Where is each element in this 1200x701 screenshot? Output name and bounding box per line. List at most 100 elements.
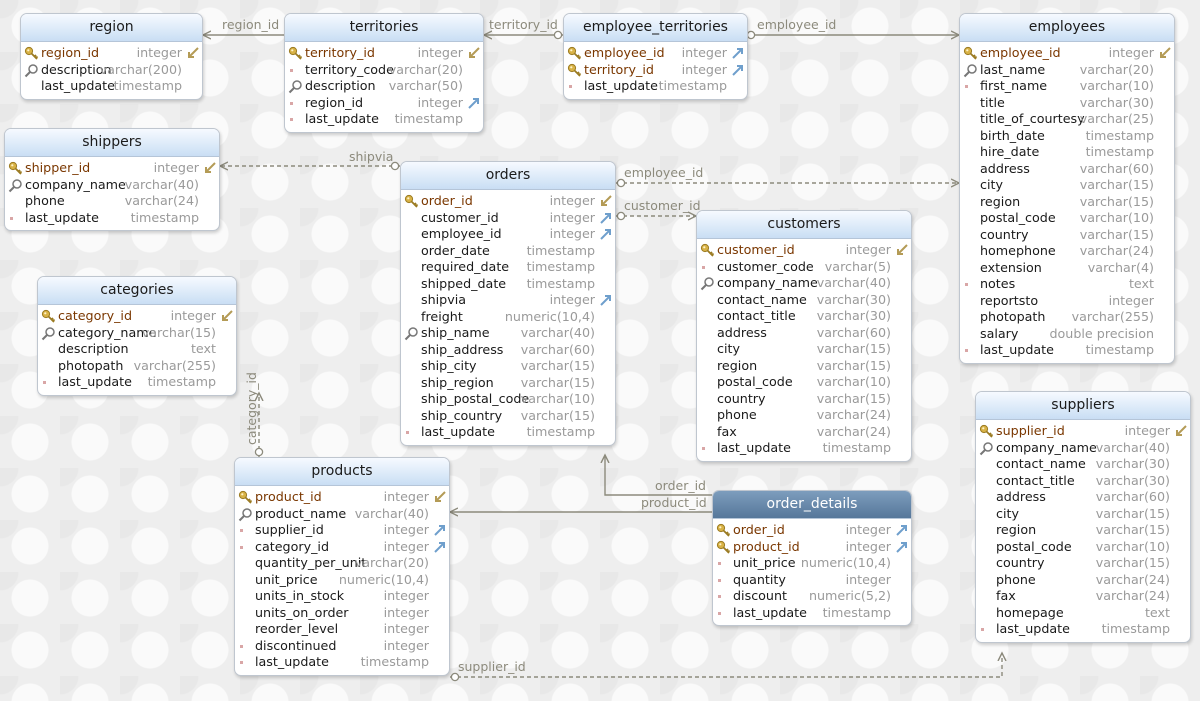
column-row[interactable]: birth_date timestamp: [960, 128, 1174, 145]
column-row[interactable]: hire_date timestamp: [960, 144, 1174, 161]
column-row[interactable]: shipvia integer: [401, 292, 615, 309]
column-row[interactable]: required_date timestamp: [401, 259, 615, 276]
column-row[interactable]: description varchar(200): [21, 62, 202, 79]
table-customers[interactable]: customers customer_id integer customer_code…: [696, 210, 912, 462]
column-row[interactable]: last_update timestamp: [235, 654, 449, 671]
column-row[interactable]: last_update timestamp: [5, 210, 219, 227]
column-row[interactable]: last_update timestamp: [38, 374, 236, 391]
column-row[interactable]: description varchar(50): [285, 78, 483, 95]
column-row[interactable]: territory_code varchar(20): [285, 62, 483, 79]
column-row[interactable]: last_update timestamp: [21, 78, 202, 95]
column-row[interactable]: address varchar(60): [976, 489, 1190, 506]
column-row[interactable]: employee_id integer: [564, 45, 747, 62]
column-row[interactable]: last_update timestamp: [713, 605, 911, 622]
column-row[interactable]: unit_price numeric(10,4): [235, 572, 449, 589]
column-row[interactable]: ship_city varchar(15): [401, 358, 615, 375]
relationship-line-supplier-id[interactable]: [450, 653, 1002, 677]
column-row[interactable]: postal_code varchar(10): [976, 539, 1190, 556]
column-row[interactable]: supplier_id integer: [235, 522, 449, 539]
column-row[interactable]: region varchar(15): [976, 522, 1190, 539]
column-row[interactable]: product_id integer: [713, 539, 911, 556]
column-row[interactable]: region_id integer: [285, 95, 483, 112]
column-row[interactable]: category_id integer: [38, 308, 236, 325]
column-row[interactable]: shipper_id integer: [5, 160, 219, 177]
column-row[interactable]: contact_title varchar(30): [697, 308, 911, 325]
table-order-details[interactable]: order_details order_id integer product_id in…: [712, 490, 912, 626]
column-row[interactable]: country varchar(15): [976, 555, 1190, 572]
table-title[interactable]: territories: [285, 14, 483, 42]
column-row[interactable]: employee_id integer: [960, 45, 1174, 62]
column-row[interactable]: address varchar(60): [960, 161, 1174, 178]
column-row[interactable]: last_update timestamp: [976, 621, 1190, 638]
column-row[interactable]: customer_code varchar(5): [697, 259, 911, 276]
column-row[interactable]: homepage text: [976, 605, 1190, 622]
column-row[interactable]: category_id integer: [235, 539, 449, 556]
column-row[interactable]: homephone varchar(24): [960, 243, 1174, 260]
column-row[interactable]: ship_name varchar(40): [401, 325, 615, 342]
table-title[interactable]: suppliers: [976, 392, 1190, 420]
column-row[interactable]: contact_name varchar(30): [697, 292, 911, 309]
table-suppliers[interactable]: suppliers supplier_id integer company_name v…: [975, 391, 1191, 643]
column-row[interactable]: phone varchar(24): [976, 572, 1190, 589]
table-title[interactable]: region: [21, 14, 202, 42]
column-row[interactable]: photopath varchar(255): [960, 309, 1174, 326]
column-row[interactable]: employee_id integer: [401, 226, 615, 243]
column-row[interactable]: reportsto integer: [960, 293, 1174, 310]
column-row[interactable]: postal_code varchar(10): [697, 374, 911, 391]
column-row[interactable]: shipped_date timestamp: [401, 276, 615, 293]
column-row[interactable]: phone varchar(24): [697, 407, 911, 424]
column-row[interactable]: ship_postal_code varchar(10): [401, 391, 615, 408]
column-row[interactable]: description text: [38, 341, 236, 358]
column-row[interactable]: contact_title varchar(30): [976, 473, 1190, 490]
column-row[interactable]: freight numeric(10,4): [401, 309, 615, 326]
table-region[interactable]: region region_id integer description varchar…: [20, 13, 203, 100]
table-title[interactable]: employees: [960, 14, 1174, 42]
column-row[interactable]: quantity integer: [713, 572, 911, 589]
column-row[interactable]: address varchar(60): [697, 325, 911, 342]
column-row[interactable]: order_date timestamp: [401, 243, 615, 260]
column-row[interactable]: discontinued integer: [235, 638, 449, 655]
column-row[interactable]: order_id integer: [713, 522, 911, 539]
column-row[interactable]: first_name varchar(10): [960, 78, 1174, 95]
column-row[interactable]: city varchar(15): [697, 341, 911, 358]
column-row[interactable]: company_name varchar(40): [976, 440, 1190, 457]
table-employee-territories[interactable]: employee_territories employee_id integer te…: [563, 13, 748, 100]
table-employees[interactable]: employees employee_id integer last_name varc…: [959, 13, 1175, 364]
column-row[interactable]: title varchar(30): [960, 95, 1174, 112]
column-row[interactable]: last_name varchar(20): [960, 62, 1174, 79]
column-row[interactable]: photopath varchar(255): [38, 358, 236, 375]
column-row[interactable]: city varchar(15): [960, 177, 1174, 194]
column-row[interactable]: country varchar(15): [697, 391, 911, 408]
column-row[interactable]: last_update timestamp: [401, 424, 615, 441]
table-title[interactable]: employee_territories: [564, 14, 747, 42]
column-row[interactable]: salary double precision: [960, 326, 1174, 343]
column-row[interactable]: discount numeric(5,2): [713, 588, 911, 605]
column-row[interactable]: territory_id integer: [285, 45, 483, 62]
column-row[interactable]: extension varchar(4): [960, 260, 1174, 277]
column-row[interactable]: notes text: [960, 276, 1174, 293]
column-row[interactable]: title_of_courtesy varchar(25): [960, 111, 1174, 128]
column-row[interactable]: category_name varchar(15): [38, 325, 236, 342]
table-products[interactable]: products product_id integer product_name var…: [234, 457, 450, 676]
table-categories[interactable]: categories category_id integer category_nam…: [37, 276, 237, 396]
column-row[interactable]: city varchar(15): [976, 506, 1190, 523]
column-row[interactable]: last_update timestamp: [285, 111, 483, 128]
table-territories[interactable]: territories territory_id integer territory_…: [284, 13, 484, 133]
column-row[interactable]: ship_address varchar(60): [401, 342, 615, 359]
column-row[interactable]: contact_name varchar(30): [976, 456, 1190, 473]
column-row[interactable]: region varchar(15): [960, 194, 1174, 211]
column-row[interactable]: reorder_level integer: [235, 621, 449, 638]
column-row[interactable]: territory_id integer: [564, 62, 747, 79]
column-row[interactable]: units_on_order integer: [235, 605, 449, 622]
column-row[interactable]: company_name varchar(40): [697, 275, 911, 292]
column-row[interactable]: region varchar(15): [697, 358, 911, 375]
table-title[interactable]: categories: [38, 277, 236, 305]
column-row[interactable]: company_name varchar(40): [5, 177, 219, 194]
column-row[interactable]: quantity_per_unit varchar(20): [235, 555, 449, 572]
column-row[interactable]: product_id integer: [235, 489, 449, 506]
column-row[interactable]: unit_price numeric(10,4): [713, 555, 911, 572]
column-row[interactable]: postal_code varchar(10): [960, 210, 1174, 227]
table-title[interactable]: customers: [697, 211, 911, 239]
table-shippers[interactable]: shippers shipper_id integer company_name var…: [4, 128, 220, 231]
table-orders[interactable]: orders order_id integer customer_id integer e…: [400, 161, 616, 446]
